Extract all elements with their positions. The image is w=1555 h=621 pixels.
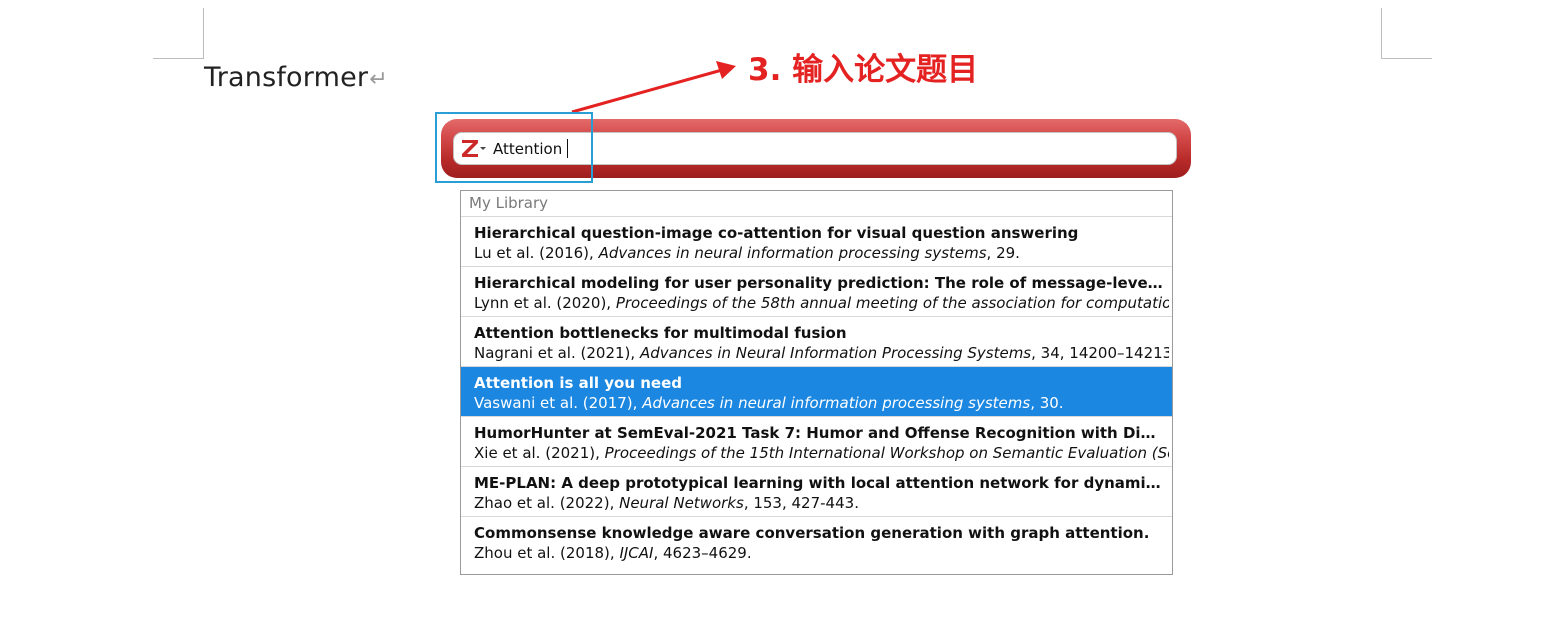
result-item-selected[interactable]: Attention is all you need Vaswani et al.… (461, 367, 1172, 417)
result-meta: Vaswani et al. (2017), Advances in neura… (474, 394, 1064, 412)
annotation-label: 3. 输入论文题目 (748, 52, 979, 88)
result-title: ME-PLAN: A deep prototypical learning wi… (474, 474, 1164, 492)
result-item[interactable]: HumorHunter at SemEval-2021 Task 7: Humo… (461, 417, 1172, 467)
result-title: Commonsense knowledge aware conversation… (474, 524, 1150, 542)
result-meta: Lynn et al. (2020), Proceedings of the 5… (474, 294, 1169, 312)
result-title: HumorHunter at SemEval-2021 Task 7: Humo… (474, 424, 1164, 442)
result-meta: Nagrani et al. (2021), Advances in Neura… (474, 344, 1169, 362)
result-title: Hierarchical modeling for user personali… (474, 274, 1164, 292)
result-meta: Zhao et al. (2022), Neural Networks, 153… (474, 494, 859, 512)
section-header-my-library: My Library (461, 191, 1172, 217)
result-item[interactable]: Attention bottlenecks for multimodal fus… (461, 317, 1172, 367)
result-meta: Xie et al. (2021), Proceedings of the 15… (474, 444, 1169, 462)
result-item[interactable]: Commonsense knowledge aware conversation… (461, 517, 1172, 567)
result-meta: Lu et al. (2016), Advances in neural inf… (474, 244, 1020, 262)
result-item[interactable]: ME-PLAN: A deep prototypical learning wi… (461, 467, 1172, 517)
result-title: Hierarchical question-image co-attention… (474, 224, 1079, 242)
citation-results-list: My Library Hierarchical question-image c… (460, 190, 1173, 575)
result-title: Attention is all you need (474, 374, 682, 392)
result-item[interactable]: Hierarchical question-image co-attention… (461, 217, 1172, 267)
result-item[interactable]: Hierarchical modeling for user personali… (461, 267, 1172, 317)
result-meta: Zhou et al. (2018), IJCAI, 4623–4629. (474, 544, 752, 562)
highlight-box (435, 112, 593, 183)
result-title: Attention bottlenecks for multimodal fus… (474, 324, 847, 342)
